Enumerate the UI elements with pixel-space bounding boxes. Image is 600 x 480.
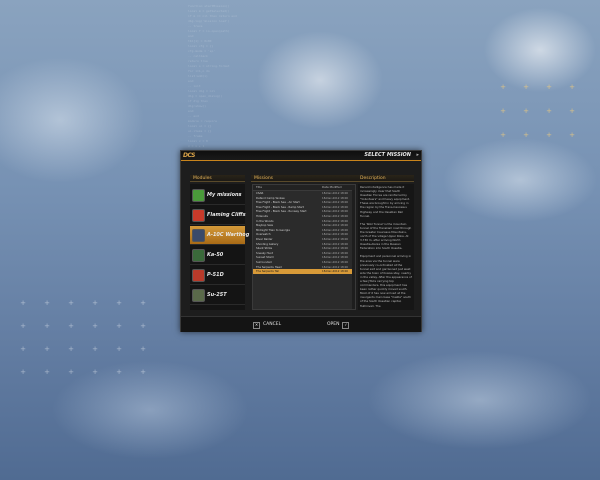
dcs-logo: DCS: [183, 152, 196, 159]
cross-mark-icon: +: [116, 345, 122, 353]
description-paragraph: The 'Rokl Tunnel' is the mountain tunnel…: [360, 221, 412, 251]
cross-mark-icon: +: [116, 368, 122, 376]
decorative-cross-grid-left: + + + + + + + + + + + + + + + + + + + + + + + +: [12, 292, 156, 384]
select-mission-dialog: DCS SELECT MISSION ▸ Modules Missions De…: [180, 150, 422, 332]
mission-date: 18-Dec-2012 18:00: [322, 269, 348, 274]
cross-mark-icon: +: [500, 83, 506, 91]
p51d-icon: [192, 269, 205, 282]
folder-icon: [192, 189, 205, 202]
cross-mark-icon: +: [92, 368, 98, 376]
cross-mark-icon: +: [116, 322, 122, 330]
date-column-header[interactable]: Date Modified: [322, 185, 342, 190]
cross-mark-icon: +: [20, 299, 26, 307]
open-button[interactable]: OPEN ✓: [327, 321, 350, 329]
dialog-bottom-bar: ✕ CANCEL OPEN ✓: [181, 316, 421, 332]
module-item[interactable]: Su-25T: [190, 286, 245, 305]
open-button-label: OPEN: [327, 322, 340, 327]
cancel-button[interactable]: ✕ CANCEL: [253, 321, 281, 329]
dialog-title: SELECT MISSION: [364, 152, 411, 158]
cross-mark-icon: +: [92, 345, 98, 353]
module-label: P-51D: [207, 272, 224, 278]
cross-mark-icon: +: [116, 299, 122, 307]
cross-mark-icon: +: [44, 299, 50, 307]
description-paragraph: Equipment and personnel arriving in the …: [360, 254, 412, 308]
module-label: My missions: [207, 192, 242, 198]
cross-mark-icon: +: [68, 299, 74, 307]
mission-title: The Serpents Tail: [256, 269, 280, 274]
missions-scrollbar[interactable]: [352, 190, 355, 309]
cross-mark-icon: +: [68, 322, 74, 330]
su25t-icon: [192, 289, 205, 302]
cross-mark-icon: +: [68, 345, 74, 353]
module-label: Flaming Cliffs: [207, 212, 246, 218]
cross-mark-icon: +: [546, 83, 552, 91]
cross-mark-icon: +: [523, 83, 529, 91]
missions-column-header: Missions: [251, 175, 357, 182]
description-panel: Recent intelligence has made it increasi…: [358, 184, 414, 310]
cross-mark-icon: +: [92, 322, 98, 330]
close-icon[interactable]: ▸: [416, 152, 419, 159]
cross-mark-icon: +: [523, 131, 529, 139]
description-column-header: Description: [357, 175, 414, 182]
cross-mark-icon: +: [500, 107, 506, 115]
module-item[interactable]: Flaming Cliffs: [190, 206, 246, 225]
checkmark-icon: ✓: [342, 321, 350, 329]
cross-mark-icon: +: [140, 345, 146, 353]
modules-column-header: Modules: [190, 175, 245, 182]
close-icon: ✕: [253, 321, 260, 329]
flaming-cliffs-icon: [192, 209, 205, 222]
missions-list: Title Date Modified CSAR 18-Dec-2012 18:0…: [252, 184, 356, 310]
cross-mark-icon: +: [140, 368, 146, 376]
module-item[interactable]: A-10C Warthog: [190, 226, 249, 245]
a10c-icon: [192, 229, 205, 242]
cross-mark-icon: +: [20, 368, 26, 376]
decorative-cross-grid-right: + + + + + + + + + + + +: [492, 76, 584, 148]
module-item[interactable]: Ka-50: [190, 246, 245, 265]
cross-mark-icon: +: [140, 299, 146, 307]
title-column-header[interactable]: Title: [256, 185, 262, 190]
cancel-button-label: CANCEL: [263, 322, 282, 327]
cross-mark-icon: +: [140, 322, 146, 330]
cross-mark-icon: +: [569, 83, 575, 91]
cross-mark-icon: +: [92, 299, 98, 307]
cross-mark-icon: +: [569, 131, 575, 139]
dialog-titlebar: DCS SELECT MISSION ▸: [181, 151, 421, 161]
cross-mark-icon: +: [68, 368, 74, 376]
cross-mark-icon: +: [546, 107, 552, 115]
cross-mark-icon: +: [523, 107, 529, 115]
cross-mark-icon: +: [44, 368, 50, 376]
module-label: Ka-50: [207, 252, 224, 258]
mission-row[interactable]: The Serpents Tail 18-Dec-2012 18:00: [253, 269, 355, 274]
cross-mark-icon: +: [500, 131, 506, 139]
module-label: Su-25T: [207, 292, 227, 298]
cross-mark-icon: +: [44, 345, 50, 353]
module-item[interactable]: P-51D: [190, 266, 245, 285]
cross-mark-icon: +: [20, 322, 26, 330]
cross-mark-icon: +: [20, 345, 26, 353]
modules-list: My missions Flaming Cliffs A-10C Warthog Ka…: [190, 184, 249, 310]
module-label: A-10C Warthog: [207, 232, 250, 238]
description-paragraph: Recent intelligence has made it increasi…: [360, 185, 410, 218]
module-item[interactable]: My missions: [190, 186, 245, 205]
cross-mark-icon: +: [546, 131, 552, 139]
ka50-icon: [192, 249, 205, 262]
cross-mark-icon: +: [569, 107, 575, 115]
cross-mark-icon: +: [44, 322, 50, 330]
